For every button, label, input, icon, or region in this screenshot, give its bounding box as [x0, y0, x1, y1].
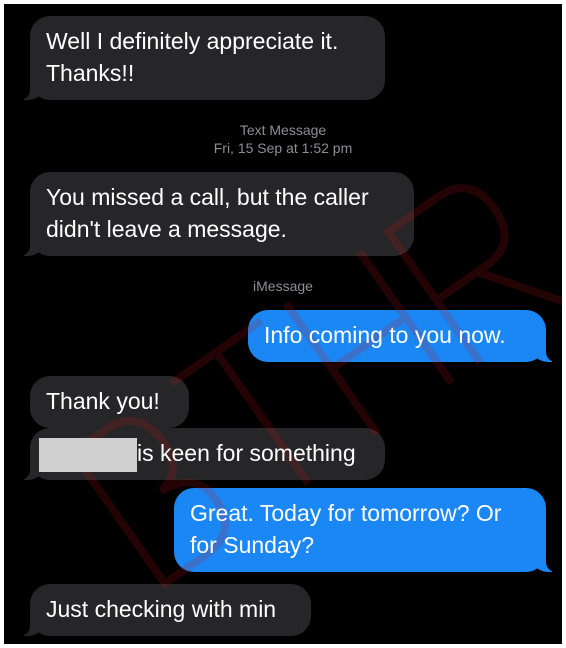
message-text: Thank you! [46, 388, 160, 414]
outgoing-message-bubble[interactable]: Info coming to you now. [248, 310, 562, 362]
conversation-view: Well I definitely appreciate it. Thanks!… [4, 4, 562, 644]
message-line: didn't leave a message. [46, 216, 287, 242]
incoming-message-bubble[interactable]: Well I definitely appreciate it. Thanks!… [10, 16, 385, 100]
incoming-message-bubble[interactable]: is keen for something [10, 428, 385, 480]
message-line: for Sunday? [190, 532, 315, 558]
message-text: Just checking with min [46, 596, 277, 622]
message-line: Well I definitely appreciate it. [46, 28, 339, 54]
incoming-message-bubble[interactable]: Just checking with min [10, 584, 311, 636]
message-text: is keen for something [137, 440, 356, 466]
redacted-name-block [39, 437, 137, 472]
service-label: iMessage [253, 278, 313, 294]
message-text: Info coming to you now. [264, 322, 506, 348]
message-line: Thanks!! [46, 60, 135, 86]
service-label: Text Message [239, 122, 327, 138]
message-line: Great. Today for tomorrow? Or [190, 500, 502, 526]
message-timestamp: Fri, 15 Sep at 1:52 pm [213, 140, 353, 156]
incoming-message-bubble[interactable]: You missed a call, but the caller didn't… [10, 172, 414, 256]
message-line: You missed a call, but the caller [46, 184, 369, 210]
outgoing-message-bubble[interactable]: Great. Today for tomorrow? Or for Sunday… [174, 488, 562, 572]
incoming-message-bubble[interactable]: Thank you! [30, 376, 189, 428]
